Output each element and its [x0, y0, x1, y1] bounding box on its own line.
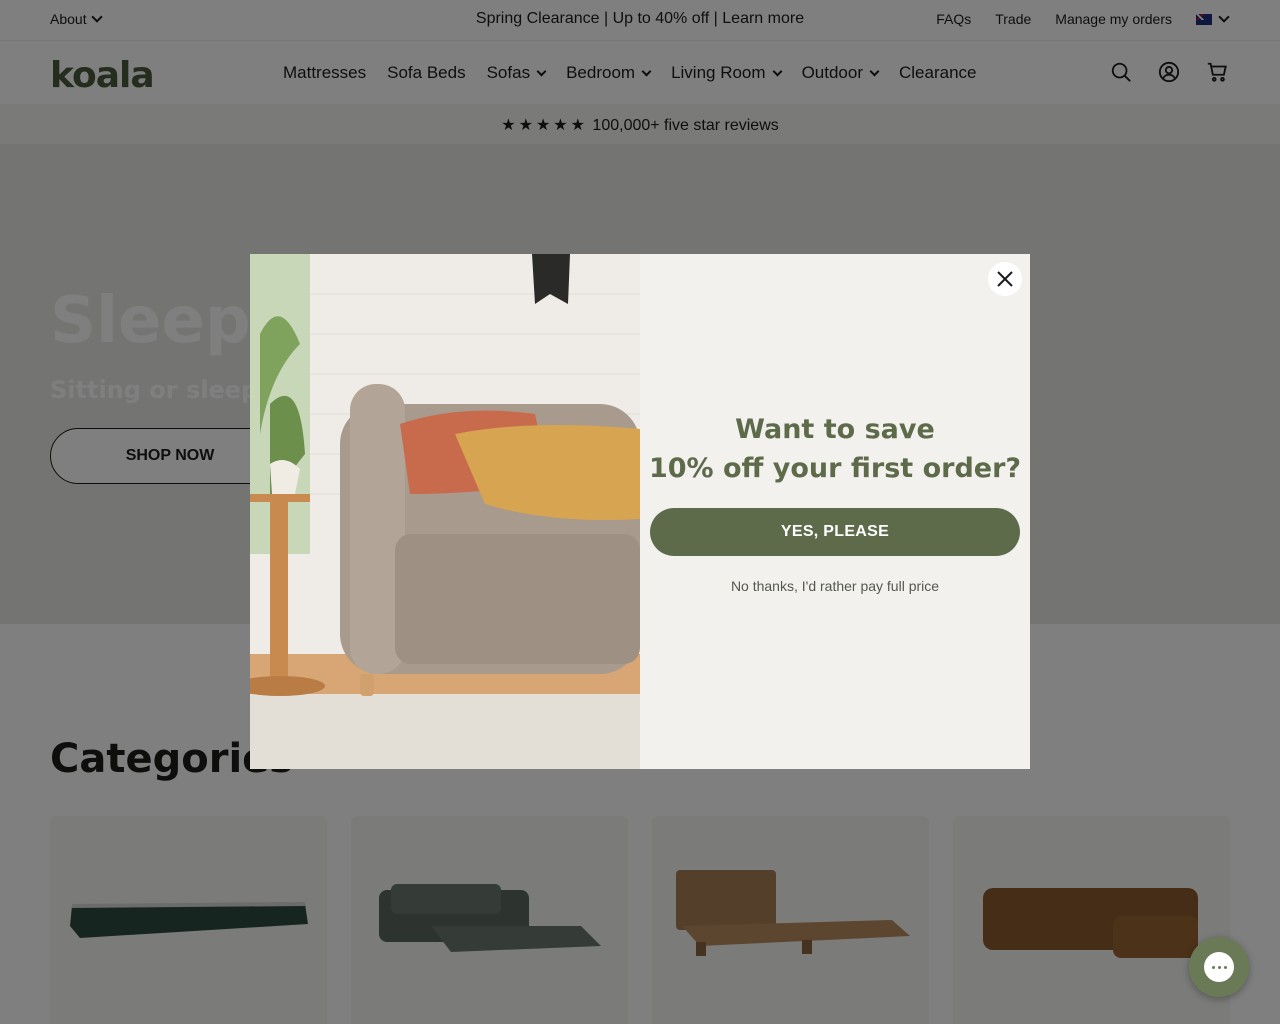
close-popup-button[interactable]: [988, 262, 1022, 296]
living-room-illustration: [250, 254, 640, 769]
chat-widget-button[interactable]: [1189, 937, 1249, 997]
close-icon: [997, 271, 1013, 287]
discount-popup: Want to save 10% off your first order? Y…: [250, 254, 1030, 769]
no-thanks-link[interactable]: No thanks, I'd rather pay full price: [640, 578, 1030, 594]
headline-line-2: 10% off your first order?: [648, 453, 1022, 484]
popup-content: Want to save 10% off your first order? Y…: [640, 254, 1030, 769]
headline-line-1: Want to save: [735, 414, 935, 445]
popup-headline: Want to save 10% off your first order?: [640, 410, 1030, 488]
sofa-bed-photo: [250, 254, 640, 769]
yes-please-button[interactable]: YES, PLEASE: [650, 508, 1020, 556]
chat-bubble-icon: [1204, 952, 1234, 982]
